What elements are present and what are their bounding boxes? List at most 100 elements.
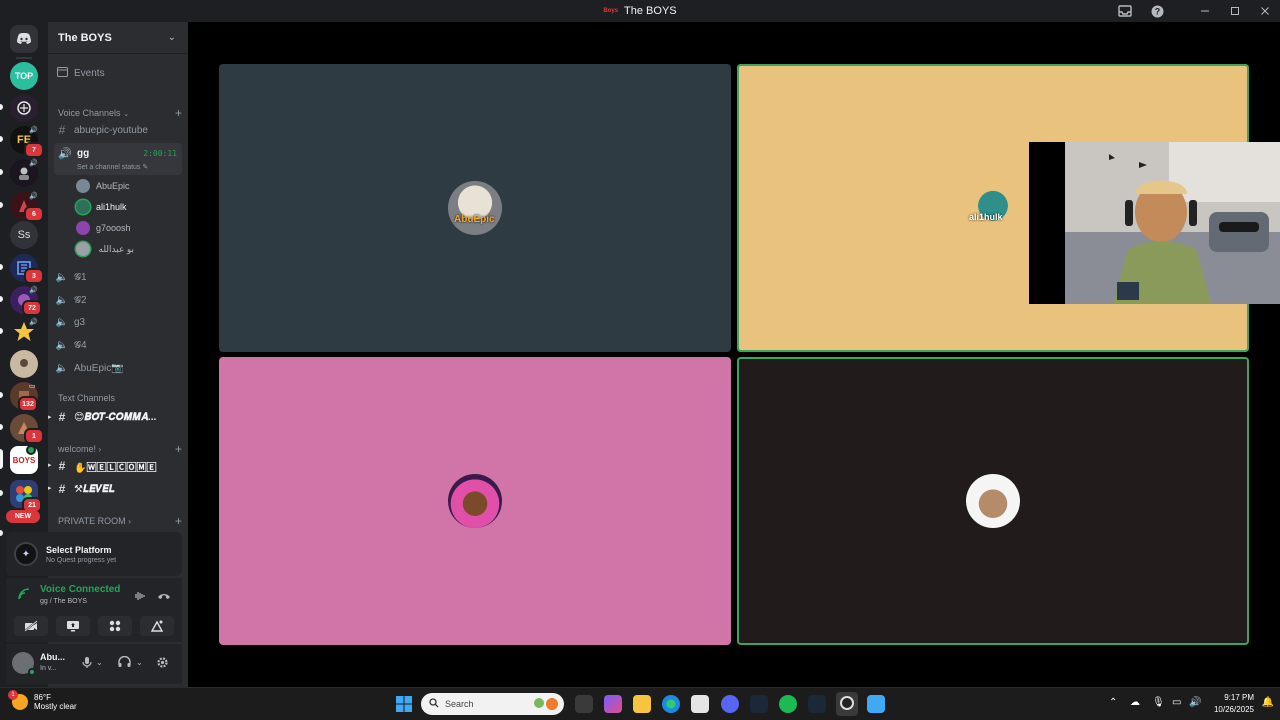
maximize-icon[interactable] xyxy=(1220,0,1250,22)
channel-level[interactable]: # ⚒𝑳𝑬𝑽𝑬𝑳 xyxy=(54,479,182,499)
voice-member[interactable]: AbuEpic xyxy=(76,177,130,195)
activities-button[interactable] xyxy=(98,616,132,636)
user-status: In v... xyxy=(40,665,57,672)
channel-gg-active[interactable]: 🔊 gg 2:00:11 Set a channel status ✎ xyxy=(54,143,182,175)
category-text-channels[interactable]: Text Channels xyxy=(58,393,182,403)
channel-label: 𝓖1 xyxy=(74,271,87,283)
unread-pill: ▸ xyxy=(48,485,52,492)
chevron-down-icon[interactable]: ⌄ xyxy=(96,658,103,667)
server-2[interactable] xyxy=(10,94,38,122)
channel-label: abuepic-youtube xyxy=(74,124,148,136)
participant-tile[interactable] xyxy=(219,357,731,645)
camera-off-button[interactable] xyxy=(14,616,48,636)
voice-member[interactable]: ali1hulk xyxy=(76,198,127,216)
noise-suppression-icon[interactable] xyxy=(133,590,145,604)
webcam-overlay[interactable] xyxy=(1029,142,1280,304)
onedrive-icon[interactable]: ☁ xyxy=(1130,697,1140,708)
channel-label: ⚒𝑳𝑬𝑽𝑬𝑳 xyxy=(74,483,115,495)
taskbar-search[interactable]: Search xyxy=(421,693,564,715)
channel-g2[interactable]: 🔈 𝓖2 xyxy=(54,290,182,310)
speaker-icon: 🔊 xyxy=(29,319,38,326)
server-header[interactable]: The BOYS ⌄ xyxy=(48,22,188,54)
channel-abuepic[interactable]: 🔈 AbuEpic📷 xyxy=(54,358,182,378)
category-private-room[interactable]: PRIVATE ROOM › + xyxy=(58,514,182,528)
chevron-down-icon[interactable]: ⌄ xyxy=(136,658,143,667)
voice-status[interactable]: Voice Connected xyxy=(40,584,120,595)
notifications-icon[interactable]: 🔔 xyxy=(1262,697,1274,708)
add-channel-icon[interactable]: + xyxy=(175,514,182,528)
server-ss-label: Ss xyxy=(17,229,31,241)
chevron-up-icon[interactable]: ⌃ xyxy=(1109,697,1117,708)
quest-subtitle: No Quest progress yet xyxy=(46,556,117,564)
participant-tile[interactable] xyxy=(737,357,1249,645)
close-icon[interactable] xyxy=(1250,0,1280,22)
windows-start-icon[interactable] xyxy=(396,696,412,717)
channel-bot-commands[interactable]: # 😊𝑩𝑶𝑻-𝑪𝑶𝑴𝑴𝑨... xyxy=(54,407,182,427)
task-view-icon[interactable] xyxy=(575,695,593,713)
weather-condition: Mostly clear xyxy=(34,702,77,711)
disconnect-icon[interactable] xyxy=(157,590,171,604)
minimize-icon[interactable] xyxy=(1190,0,1220,22)
network-icon[interactable]: ▭ xyxy=(1172,697,1181,708)
channel-welcome[interactable]: # ✋🅆🄴🄻🄲🄾🄼🄴 xyxy=(54,456,182,476)
channel-abuepic-youtube[interactable]: # abuepic-youtube xyxy=(54,120,182,140)
app-icon[interactable] xyxy=(867,695,885,713)
voice-member[interactable]: g7ooosh xyxy=(76,219,131,237)
category-voice-channels[interactable]: Voice Channels ⌄ + xyxy=(58,106,182,120)
gear-icon[interactable] xyxy=(156,656,169,672)
server-ss[interactable]: Ss xyxy=(10,221,38,249)
file-explorer-icon[interactable] xyxy=(633,695,651,713)
channel-label: g3 xyxy=(74,316,86,328)
screen-share-button[interactable] xyxy=(56,616,90,636)
rail-divider xyxy=(16,57,32,59)
weather-widget[interactable]: 1 86°F Mostly clear xyxy=(8,690,77,711)
obs-icon-active[interactable] xyxy=(836,692,858,716)
edge-icon[interactable] xyxy=(662,695,680,713)
search-icon xyxy=(429,698,439,710)
channel-g3[interactable]: 🔈 g3 xyxy=(54,312,182,332)
channel-label: 😊𝑩𝑶𝑻-𝑪𝑶𝑴𝑴𝑨... xyxy=(74,411,157,423)
channel-status-prompt[interactable]: Set a channel status ✎ xyxy=(77,163,148,171)
volume-icon[interactable]: 🔊 xyxy=(1189,697,1201,708)
voice-timer: 2:00:11 xyxy=(143,149,177,158)
signal-icon[interactable] xyxy=(18,588,30,603)
server-top[interactable]: TOP xyxy=(10,62,38,90)
store-icon[interactable] xyxy=(691,695,709,713)
spotify-icon[interactable] xyxy=(779,695,797,713)
avatar: ali1hulk xyxy=(969,186,1015,230)
microphone-icon[interactable]: 🎙 xyxy=(1152,697,1165,708)
voice-location[interactable]: gg / The BOYS xyxy=(40,598,87,605)
badge-count: 3 xyxy=(32,272,36,280)
channel-g4[interactable]: 🔈 𝓖4 xyxy=(54,335,182,355)
add-channel-icon[interactable]: + xyxy=(175,442,182,456)
channel-g1[interactable]: 🔈 𝓖1 xyxy=(54,267,182,287)
server-10[interactable] xyxy=(10,350,38,378)
mention-badge: 7 xyxy=(24,142,44,158)
hashtag-icon: # xyxy=(58,410,66,424)
discord-taskbar-icon[interactable] xyxy=(721,695,739,713)
time: 9:17 PM xyxy=(1224,693,1254,702)
category-welcome[interactable]: welcome! › + xyxy=(58,442,182,456)
copilot-icon[interactable] xyxy=(604,695,622,713)
inbox-icon[interactable] xyxy=(1110,0,1140,22)
mention-badge: 6 xyxy=(24,206,44,222)
server-boys-label: BOYS xyxy=(12,455,36,465)
unread-pill xyxy=(0,296,3,302)
voice-member[interactable]: بو عبدالله ‏ xyxy=(76,240,134,258)
headphones-icon[interactable] xyxy=(118,655,131,671)
steam-icon[interactable] xyxy=(750,695,768,713)
events-item[interactable]: Events xyxy=(54,63,182,83)
discord-home-icon[interactable] xyxy=(10,25,38,53)
quest-panel[interactable]: ✦ Select Platform No Quest progress yet xyxy=(6,532,182,576)
soundboard-button[interactable] xyxy=(140,616,174,636)
unread-pill xyxy=(0,424,3,430)
microphone-icon[interactable] xyxy=(82,656,92,672)
steam-icon-2[interactable] xyxy=(808,695,826,713)
participant-tile[interactable]: AbuEpic xyxy=(219,64,731,352)
server-tag: Boys xyxy=(603,8,619,14)
help-icon[interactable]: ? xyxy=(1142,0,1172,22)
chevron-right-icon: › xyxy=(98,445,102,454)
user-name[interactable]: Abu... xyxy=(40,652,65,662)
add-channel-icon[interactable]: + xyxy=(175,106,182,120)
clock[interactable]: 9:17 PM 10/26/2025 xyxy=(1214,692,1254,716)
